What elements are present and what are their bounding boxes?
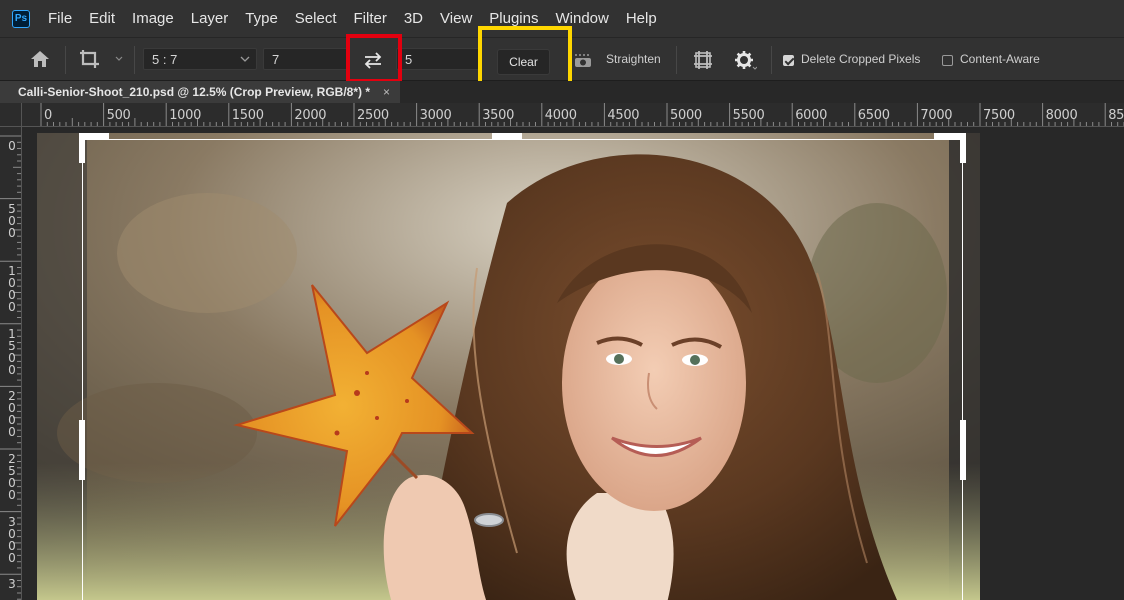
crop-height-value: 5 xyxy=(405,51,413,67)
menu-help[interactable]: Help xyxy=(626,10,657,27)
separator xyxy=(771,46,772,74)
menu-select[interactable]: Select xyxy=(295,10,337,27)
ruler-h-label: 7000 xyxy=(920,108,953,123)
ruler-h-label: 4000 xyxy=(544,108,577,123)
photoshop-logo[interactable]: Ps xyxy=(12,9,30,28)
ruler-v-label: 2500 xyxy=(8,452,16,502)
separator xyxy=(676,46,677,74)
ruler-h-label: 5500 xyxy=(732,108,765,123)
delete-cropped-pixels-checkbox[interactable] xyxy=(783,55,794,66)
menu-3d[interactable]: 3D xyxy=(404,10,423,27)
ruler-h-label: 1000 xyxy=(169,108,202,123)
ruler-v-label: 1000 xyxy=(8,264,16,315)
ruler-v-label: 3 xyxy=(8,577,16,592)
ratio-preset-select[interactable]: 5 : 7 xyxy=(143,48,257,70)
crop-frame[interactable] xyxy=(82,139,963,600)
content-aware-checkbox[interactable] xyxy=(942,55,953,66)
menu-items: File Edit Image Layer Type Select Filter 3D View… xyxy=(48,10,674,27)
ratio-preset-value: 5 : 7 xyxy=(152,51,178,67)
ruler-h-label: 500 xyxy=(106,108,131,123)
crop-handle-left-middle[interactable] xyxy=(79,420,85,480)
crop-width-input[interactable]: 7 xyxy=(263,48,349,70)
document-tab-title: Calli-Senior-Shoot_210.psd @ 12.5% (Crop… xyxy=(18,85,371,99)
menu-plugins[interactable]: Plugins xyxy=(489,10,538,27)
ruler-h-label: 2500 xyxy=(357,108,389,123)
document-tab[interactable]: Calli-Senior-Shoot_210.psd @ 12.5% (Crop… xyxy=(0,81,401,103)
vertical-ruler[interactable]: 0 500 1000 1500 2000 2500 3000 3 xyxy=(0,127,22,600)
crop-width-value: 7 xyxy=(272,51,280,67)
ruler-v-label: 500 xyxy=(8,201,16,240)
ruler-h-label: 0 xyxy=(44,108,52,123)
home-icon[interactable] xyxy=(26,46,54,72)
canvas-area[interactable] xyxy=(23,128,1124,600)
crop-handle-right-middle[interactable] xyxy=(960,420,966,480)
crop-height-input[interactable]: 5 xyxy=(396,48,480,70)
photo-image[interactable] xyxy=(37,133,980,600)
straighten-icon[interactable] xyxy=(570,47,596,73)
crop-handle-top-right-vertical[interactable] xyxy=(960,133,966,163)
ruler-v-label: 3000 xyxy=(8,514,16,565)
crop-handle-top-middle[interactable] xyxy=(492,133,522,139)
ruler-v-label: 0 xyxy=(8,139,16,153)
highlight-swap-button xyxy=(346,34,402,83)
document-tab-bar: Calli-Senior-Shoot_210.psd @ 12.5% (Crop… xyxy=(0,81,1124,103)
menu-image[interactable]: Image xyxy=(132,10,174,27)
ruler-h-label: 4500 xyxy=(607,108,640,123)
chevron-down-icon xyxy=(240,56,250,62)
menu-type[interactable]: Type xyxy=(245,10,278,27)
separator xyxy=(134,46,135,74)
ruler-corner[interactable] xyxy=(0,103,22,127)
menu-window[interactable]: Window xyxy=(555,10,608,27)
gear-icon[interactable] xyxy=(731,47,759,73)
menu-view[interactable]: View xyxy=(440,10,472,27)
ruler-h-label: 2000 xyxy=(294,108,327,123)
menu-file[interactable]: File xyxy=(48,10,72,27)
crop-tool-icon[interactable] xyxy=(78,46,124,72)
grid-overlay-icon[interactable] xyxy=(690,47,716,73)
horizontal-ruler[interactable]: 0 500 1000 1500 2000 2500 3000 3500 4000 4500 5000… xyxy=(22,103,1124,127)
ruler-h-label: 6500 xyxy=(857,108,890,123)
ruler-v-label: 1500 xyxy=(8,326,16,377)
separator xyxy=(65,46,66,74)
ruler-h-label: 850 xyxy=(1108,108,1124,123)
ruler-h-label: 3000 xyxy=(419,108,452,123)
ruler-h-label: 6000 xyxy=(795,108,828,123)
menu-edit[interactable]: Edit xyxy=(89,10,115,27)
content-aware-label[interactable]: Content-Aware xyxy=(960,52,1040,66)
ruler-h-label: 3500 xyxy=(482,108,515,123)
menu-filter[interactable]: Filter xyxy=(354,10,387,27)
ruler-h-label: 5000 xyxy=(670,108,702,123)
crop-handle-top-left-vertical[interactable] xyxy=(79,133,85,163)
straighten-label[interactable]: Straighten xyxy=(606,52,661,66)
ruler-h-label: 8000 xyxy=(1045,108,1078,123)
close-icon[interactable]: × xyxy=(383,85,390,99)
ruler-h-label: 7500 xyxy=(983,108,1015,123)
delete-cropped-pixels-label[interactable]: Delete Cropped Pixels xyxy=(801,52,920,66)
ruler-h-label: 1500 xyxy=(231,108,264,123)
ruler-v-label: 2000 xyxy=(8,389,16,440)
menu-layer[interactable]: Layer xyxy=(191,10,229,27)
